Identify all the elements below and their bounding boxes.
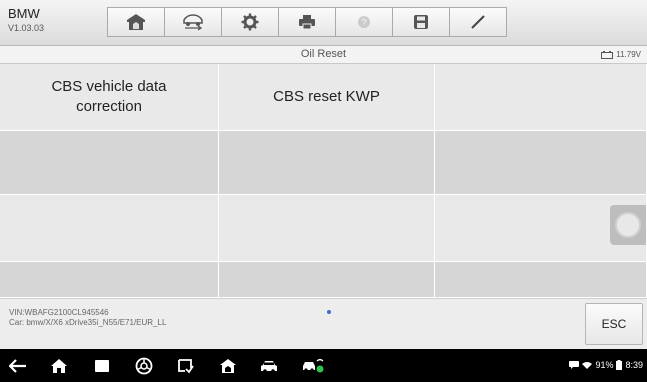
menu-item-empty [435, 262, 647, 298]
vehicle-swap-icon [183, 14, 203, 31]
nav-home-button[interactable] [49, 356, 69, 376]
nav-recent-apps-button[interactable] [92, 356, 112, 376]
battery-icon [601, 50, 614, 59]
menu-item-cbs-vehicle-data-correction[interactable]: CBS vehicle data correction [0, 64, 219, 131]
settings-gear-icon [241, 13, 259, 31]
back-icon [9, 359, 26, 373]
circle-icon [615, 212, 641, 238]
clock: 8:39 [625, 360, 643, 370]
vci-icon [303, 358, 324, 373]
vehicle-info-footer: VIN:WBAFG2100CL945546 Car: bmw/X/X6 xDri… [0, 298, 647, 350]
brand-block: BMW V1.03.03 [8, 7, 44, 35]
pen-icon [471, 15, 485, 29]
help-icon: ? [358, 16, 370, 28]
battery-percent: 91% [595, 360, 614, 370]
home-icon [127, 14, 145, 30]
settings-button[interactable] [221, 7, 278, 37]
home-icon [51, 359, 67, 373]
nav-back-button[interactable] [8, 356, 28, 376]
chat-notification-icon [569, 361, 580, 369]
nav-vehicle-button[interactable] [259, 356, 279, 376]
recent-apps-icon [95, 360, 109, 372]
app-header: BMW V1.03.03 ? [0, 0, 647, 46]
menu-item-empty [219, 262, 435, 298]
save-icon [414, 15, 428, 29]
system-status-area: 91% 8:39 [569, 360, 643, 370]
maxisys-home-icon [220, 359, 236, 373]
print-button[interactable] [278, 7, 335, 37]
function-menu-grid: CBS vehicle data correction CBS reset KW… [0, 64, 647, 298]
save-button[interactable] [392, 7, 449, 37]
nav-browser-button[interactable] [134, 356, 154, 376]
brand-name: BMW [8, 6, 40, 21]
battery-icon [616, 360, 623, 370]
annotate-button[interactable] [449, 7, 507, 37]
menu-item-empty [219, 195, 435, 262]
top-toolbar: ? [107, 7, 507, 37]
software-version: V1.03.03 [8, 23, 45, 33]
browser-icon [135, 357, 153, 375]
vehicle-icon [261, 361, 277, 373]
menu-item-empty [219, 131, 435, 195]
esc-button[interactable]: ESC [585, 303, 643, 345]
menu-item-empty [0, 131, 219, 195]
screen-capture-icon [178, 359, 194, 374]
battery-voltage: 11.79V [601, 46, 641, 63]
nav-vci-button[interactable] [300, 356, 326, 376]
printer-icon [299, 15, 315, 30]
vehicle-swap-button[interactable] [164, 7, 221, 37]
voltage-value: 11.79V [616, 50, 641, 59]
nav-screen-capture-button[interactable] [176, 356, 196, 376]
home-button[interactable] [107, 7, 164, 37]
wifi-icon [582, 362, 593, 369]
floating-assist-button[interactable] [610, 205, 646, 245]
menu-item-empty [0, 195, 219, 262]
page-indicator-dot [327, 310, 331, 314]
car-text: Car: bmw/X/X6 xDrive35i_N55/E71/EUR_LL [9, 318, 167, 327]
vehicle-info: VIN:WBAFG2100CL945546 Car: bmw/X/X6 xDri… [9, 308, 166, 328]
menu-item-empty [435, 131, 647, 195]
menu-item-label: CBS vehicle data correction [51, 78, 167, 115]
help-button[interactable]: ? [335, 7, 392, 37]
menu-item-empty [0, 262, 219, 298]
function-title-bar: Oil Reset 11.79V [0, 46, 647, 64]
menu-item-cbs-reset-kwp[interactable]: CBS reset KWP [219, 64, 435, 131]
system-navigation-bar: 91% 8:39 [0, 349, 647, 382]
nav-maxisys-home-button[interactable] [218, 356, 238, 376]
svg-text:?: ? [361, 18, 366, 28]
vin-text: VIN:WBAFG2100CL945546 [9, 308, 109, 317]
menu-item-empty [435, 64, 647, 131]
menu-item-label: CBS reset KWP [273, 88, 380, 105]
page-title: Oil Reset [300, 48, 347, 60]
